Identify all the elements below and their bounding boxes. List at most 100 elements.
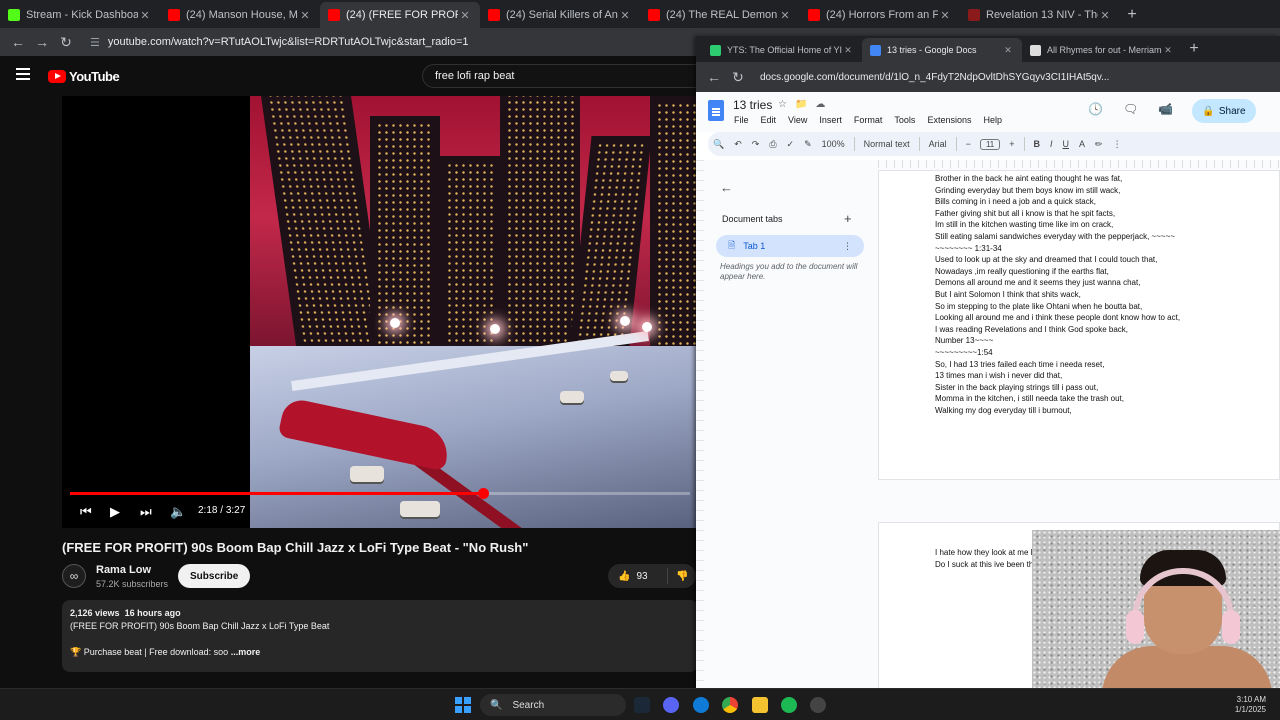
- more-options-icon[interactable]: ⋮: [1108, 139, 1127, 150]
- text-line[interactable]: Walking my dog everyday till i burnout,: [935, 405, 1275, 417]
- tab-close-icon[interactable]: ✕: [1162, 45, 1174, 56]
- steam-icon[interactable]: [634, 697, 650, 713]
- text-line[interactable]: But I aint Solomon I think that shits wa…: [935, 289, 1275, 301]
- browser-tab[interactable]: (24) Serial Killers of Ancient Eg✕: [480, 2, 640, 28]
- channel-avatar[interactable]: ∞: [62, 564, 86, 588]
- text-line[interactable]: Father giving shit but all i know is tha…: [935, 208, 1275, 220]
- star-icon[interactable]: ☆: [778, 99, 787, 110]
- like-button[interactable]: 👍 93: [608, 568, 668, 584]
- text-line[interactable]: ~~~~~~~~~1:54: [935, 347, 1275, 359]
- meet-icon[interactable]: 📹: [1158, 102, 1173, 116]
- menu-item[interactable]: Insert: [819, 115, 842, 125]
- docs-browser-tab[interactable]: All Rhymes for out - Merriam-W ✕: [1022, 38, 1182, 62]
- tab-close-icon[interactable]: ✕: [618, 9, 632, 22]
- browser-tab[interactable]: Stream - Kick Dashboard ✕: [0, 2, 160, 28]
- system-clock[interactable]: 3:10 AM 1/1/2025: [1235, 695, 1266, 715]
- browser-tab[interactable]: (24) (FREE FOR PROFIT) 90s Boo✕: [320, 2, 480, 28]
- edge-icon[interactable]: [693, 697, 709, 713]
- tab-close-icon[interactable]: ✕: [842, 45, 854, 56]
- subscribe-button[interactable]: Subscribe: [178, 564, 251, 588]
- document-page[interactable]: Brother in the back he aint eating thoug…: [878, 170, 1280, 480]
- text-line[interactable]: Used to look up at the sky and dreamed t…: [935, 254, 1275, 266]
- text-line[interactable]: 13 times man i wish i never did that,: [935, 370, 1275, 382]
- text-line[interactable]: So im stepping to the plate like Ohtani …: [935, 301, 1275, 313]
- menu-item[interactable]: Tools: [894, 115, 915, 125]
- text-line[interactable]: Demons all around me and it seems they j…: [935, 277, 1275, 289]
- tab-1[interactable]: 🗎 Tab 1 ⋮: [716, 235, 864, 257]
- back-arrow-icon[interactable]: ←: [6, 34, 30, 50]
- text-line[interactable]: Nowadays ,im really questioning if the e…: [935, 266, 1275, 278]
- highlight-icon[interactable]: ✏: [1090, 139, 1108, 150]
- document-text[interactable]: Brother in the back he aint eating thoug…: [935, 173, 1275, 416]
- style-select[interactable]: Normal text: [859, 139, 915, 149]
- text-line[interactable]: Bills coming in i need a job and a quick…: [935, 196, 1275, 208]
- paint-format-icon[interactable]: ✎: [799, 139, 817, 150]
- text-line[interactable]: Number 13~~~~: [935, 335, 1275, 347]
- tab-close-icon[interactable]: ✕: [298, 9, 312, 22]
- search-menu-icon[interactable]: 🔍: [708, 139, 729, 150]
- volume-icon[interactable]: 🔈: [170, 504, 186, 520]
- browser-tab[interactable]: (24) The REAL Demon Hierarch✕: [640, 2, 800, 28]
- add-tab-icon[interactable]: +: [844, 211, 852, 226]
- document-title[interactable]: 13 tries: [733, 98, 772, 112]
- previous-icon[interactable]: ⏮: [80, 504, 92, 520]
- site-info-icon[interactable]: ☰: [90, 36, 100, 49]
- browser-tab[interactable]: Revelation 13 NIV - The Beast o✕: [960, 2, 1120, 28]
- increase-font-icon[interactable]: +: [1004, 139, 1019, 149]
- reload-icon[interactable]: ↻: [54, 34, 78, 51]
- history-icon[interactable]: 🕓: [1088, 102, 1103, 116]
- seek-knob[interactable]: [478, 488, 490, 499]
- bold-icon[interactable]: B: [1029, 139, 1046, 149]
- font-select[interactable]: Arial: [924, 139, 952, 149]
- underline-icon[interactable]: U: [1058, 139, 1075, 149]
- text-line[interactable]: So, I had 13 tries failed each time i ne…: [935, 359, 1275, 371]
- tab-close-icon[interactable]: ✕: [778, 9, 792, 22]
- text-line[interactable]: Sister in the back playing strings till …: [935, 382, 1275, 394]
- browser-tab[interactable]: (24) Horrors From an FBI Datab✕: [800, 2, 960, 28]
- folder-icon[interactable]: 📁: [795, 99, 807, 110]
- tab-close-icon[interactable]: ✕: [1098, 9, 1112, 22]
- text-line[interactable]: Brother in the back he aint eating thoug…: [935, 173, 1275, 185]
- channel-name[interactable]: Rama Low: [96, 564, 151, 576]
- text-color-icon[interactable]: A: [1074, 139, 1090, 149]
- menu-item[interactable]: Help: [983, 115, 1002, 125]
- text-line[interactable]: ~~~~~~~~ 1:31-34: [935, 243, 1275, 255]
- print-icon[interactable]: ⎙: [764, 139, 781, 150]
- video-player[interactable]: ⏮ ▶ ⏭ 🔈 2:18 / 3:27: [62, 96, 698, 528]
- start-windows-icon[interactable]: [455, 697, 471, 713]
- text-line[interactable]: I was reading Revelations and I think Go…: [935, 324, 1275, 336]
- share-button[interactable]: 🔒 Share: [1192, 99, 1256, 123]
- new-tab-icon[interactable]: +: [1120, 2, 1144, 28]
- description-box[interactable]: 2,126 views 16 hours ago (FREE FOR PROFI…: [62, 600, 698, 672]
- text-line[interactable]: Im still in the kitchen wasting time lik…: [935, 219, 1275, 231]
- zoom-select[interactable]: 100%: [817, 139, 850, 149]
- search-input[interactable]: free lofi rap beat: [422, 64, 702, 88]
- file-explorer-icon[interactable]: [752, 697, 768, 713]
- docs-back-arrow-icon[interactable]: ←: [702, 69, 726, 85]
- youtube-logo[interactable]: YouTube: [48, 69, 120, 84]
- docs-logo-icon[interactable]: [708, 100, 724, 121]
- close-panel-arrow-icon[interactable]: ←: [720, 180, 733, 195]
- text-line[interactable]: Momma in the kitchen, i still needa take…: [935, 393, 1275, 405]
- docs-browser-tab[interactable]: YTS: The Official Home of YIFY ✕: [702, 38, 862, 62]
- tab-close-icon[interactable]: ✕: [1002, 45, 1014, 56]
- docs-browser-tab[interactable]: 13 tries - Google Docs ✕: [862, 38, 1022, 62]
- menu-item[interactable]: File: [734, 115, 749, 125]
- play-icon[interactable]: ▶: [110, 504, 120, 520]
- comment-icon[interactable]: 🗨: [1123, 102, 1138, 116]
- menu-icon[interactable]: [16, 68, 30, 80]
- redo-icon[interactable]: ↷: [747, 139, 765, 150]
- recorder-icon[interactable]: [810, 697, 826, 713]
- tab-close-icon[interactable]: ✕: [938, 9, 952, 22]
- text-line[interactable]: Grinding everyday but them boys know im …: [935, 185, 1275, 197]
- chrome-icon[interactable]: [722, 697, 738, 713]
- spotify-icon[interactable]: [781, 697, 797, 713]
- italic-icon[interactable]: I: [1045, 139, 1058, 149]
- dislike-button[interactable]: 👎: [668, 571, 688, 582]
- menu-item[interactable]: Format: [854, 115, 883, 125]
- docs-reload-icon[interactable]: ↻: [726, 69, 750, 86]
- seek-bar[interactable]: [70, 488, 690, 499]
- menu-item[interactable]: Edit: [761, 115, 777, 125]
- spellcheck-icon[interactable]: ✓: [782, 139, 800, 150]
- forward-arrow-icon[interactable]: →: [30, 34, 54, 50]
